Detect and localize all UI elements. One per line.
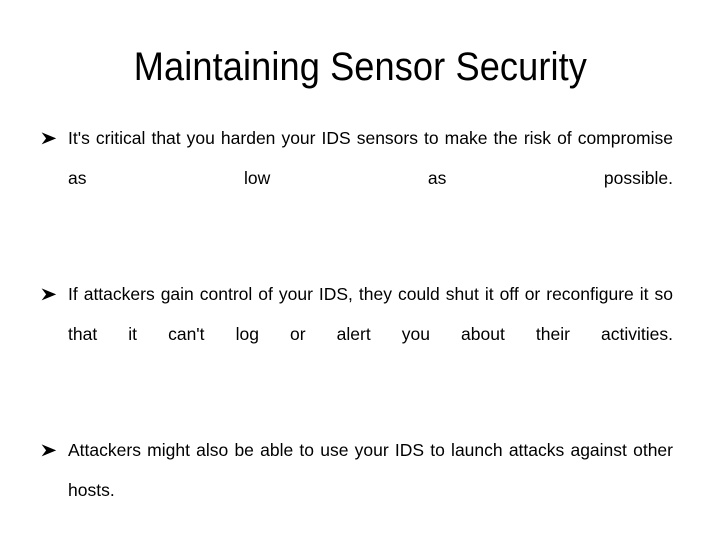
page-title-text: Maintaining Sensor Security <box>133 45 587 89</box>
page-title: Maintaining Sensor Security <box>0 44 720 90</box>
list-item-label: If attackers gain control of your IDS, t… <box>68 284 673 344</box>
list-item: It's critical that you harden your IDS s… <box>41 118 673 238</box>
arrowhead-bullet-icon <box>41 118 61 145</box>
bullet-list: It's critical that you harden your IDS s… <box>41 118 673 540</box>
slide: Maintaining Sensor Security It's critica… <box>0 0 720 540</box>
list-item: Attackers might also be able to use your… <box>41 430 673 540</box>
arrowhead-bullet-icon <box>41 430 61 457</box>
arrowhead-bullet-icon <box>41 274 61 301</box>
list-item-label: Attackers might also be able to use your… <box>68 440 673 500</box>
list-item: If attackers gain control of your IDS, t… <box>41 274 673 394</box>
list-item-label: It's critical that you harden your IDS s… <box>68 128 673 188</box>
